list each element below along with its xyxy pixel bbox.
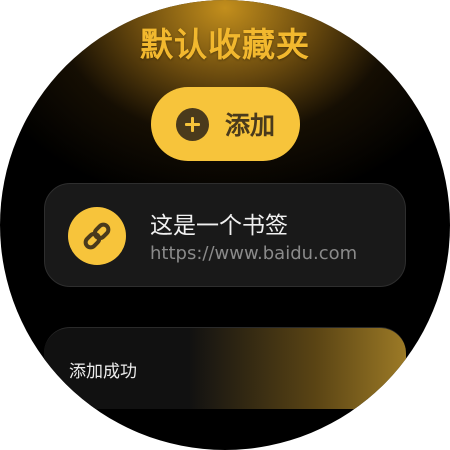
link-icon [68, 207, 126, 265]
add-button-label: 添加 [224, 111, 275, 140]
bookmark-title: 这是一个书签 [150, 213, 288, 239]
toast-notification: 添加成功 [44, 327, 406, 409]
bookmark-url: https://www.baidu.com [150, 243, 358, 264]
watch-screen: 默认收藏夹 添加 这是一个书签 https://www.baidu.com 添加… [0, 0, 450, 450]
toast-message: 添加成功 [69, 362, 137, 382]
add-button[interactable]: 添加 [151, 87, 300, 161]
page-title: 默认收藏夹 [140, 25, 310, 64]
bookmark-item[interactable]: 这是一个书签 https://www.baidu.com [44, 183, 406, 287]
plus-circle-icon [175, 107, 209, 141]
